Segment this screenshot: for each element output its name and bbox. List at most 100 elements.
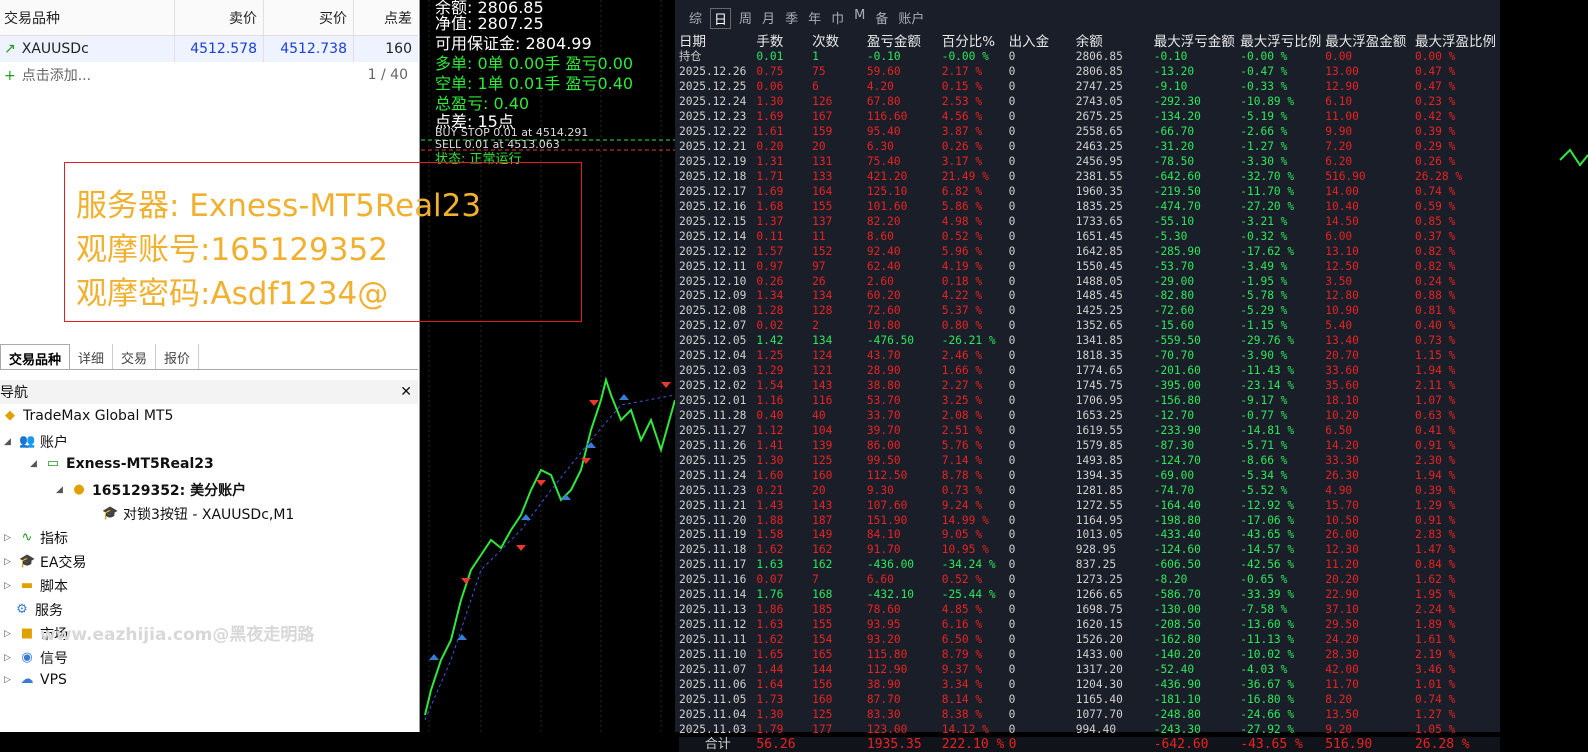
table-cell: 1013.05 [1075,528,1123,542]
nav-indicators[interactable]: ▷ ∿ 指标 [4,528,68,548]
price-chart[interactable]: 余额: 2806.85 净值: 2807.25 可用保证金: 2804.99 多… [421,0,675,732]
column-header[interactable]: 百分比% [942,30,1009,50]
table-row[interactable]: 2025.12.01 1.16 116 53.70 3.25 % 0 1706.95 -156… [679,394,1500,409]
nav-services[interactable]: ⚙ 服务 [14,600,63,620]
table-row[interactable]: 2025.12.14 0.11 11 8.60 0.52 % 0 1651.45 -5.30 -… [679,229,1500,244]
tab-details[interactable]: 详细 [70,344,114,369]
table-row[interactable]: 2025.12.03 1.29 121 28.90 1.66 % 0 1774.65 -201… [679,364,1500,379]
table-row[interactable]: 2025.11.05 1.73 160 87.70 8.14 % 0 1165.40 -181… [679,692,1500,707]
tab-account[interactable]: 账户 [896,8,926,29]
add-symbol-row[interactable]: + 点击添加... 1 / 40 [0,62,418,88]
table-row[interactable]: 2025.11.07 1.44 144 112.90 9.37 % 0 1317.20 -52… [679,662,1500,677]
tab-monthly[interactable]: 月 [760,8,777,29]
table-row[interactable]: 2025.11.14 1.76 168 -432.10 -25.44 % 0 1266.65… [679,588,1500,603]
table-row[interactable]: 2025.11.04 1.30 125 83.30 8.38 % 0 1077.70 -248… [679,707,1500,722]
nav-ea[interactable]: 🎓 对锁3按钮 - XAUUSDc,M1 [102,504,294,524]
table-row[interactable]: 2025.11.13 1.86 185 78.60 4.85 % 0 1698.75 -130… [679,603,1500,618]
column-header[interactable]: 盈亏金额 [867,30,942,50]
table-row[interactable]: 2025.11.12 1.63 155 93.95 6.16 % 0 1620.15 -208… [679,618,1500,633]
table-row[interactable]: 2025.11.18 1.62 162 91.70 10.95 % 0 928.95 -124… [679,543,1500,558]
table-row[interactable]: 2025.11.28 0.40 40 33.70 2.08 % 0 1653.25 -12.7… [679,409,1500,424]
table-row[interactable]: 持仓 0.01 1 -0.10 -0.00 % 0 2806.85 -0.10 -0.00 % 0… [679,50,1500,65]
table-row[interactable]: 2025.11.17 1.63 162 -436.00 -34.24 % 0 837.25 -… [679,558,1500,573]
table-row[interactable]: 2025.12.07 0.02 2 10.80 0.80 % 0 1352.65 -15.60… [679,319,1500,334]
table-row[interactable]: 2025.12.04 1.25 124 43.70 2.46 % 0 1818.35 -70.… [679,349,1500,364]
column-header[interactable]: 余额 [1076,30,1154,50]
table-row[interactable]: 2025.11.03 1.79 177 123.00 14.12 % 0 994.40 -24… [679,722,1500,737]
table-row[interactable]: 2025.11.25 1.30 125 99.50 7.14 % 0 1493.85 -124… [679,453,1500,468]
tab-trading[interactable]: 交易 [113,344,157,369]
tab-summary[interactable]: 综 [687,8,704,29]
nav-server[interactable]: ◢ ▭ Exness-MT5Real23 [30,456,214,472]
table-row[interactable]: 2025.12.08 1.28 128 72.60 5.37 % 0 1425.25 -72.… [679,304,1500,319]
column-header[interactable]: 最大浮盈金额 [1325,30,1415,50]
table-row[interactable]: 2025.12.24 1.30 126 67.80 2.53 % 0 2743.05 -292… [679,95,1500,110]
table-row[interactable]: 2025.12.09 1.34 134 60.20 4.22 % 0 1485.45 -82.… [679,289,1500,304]
add-symbol-label[interactable]: 点击添加... [22,68,91,84]
tab-yearly[interactable]: 年 [806,8,823,29]
nav-account[interactable]: ◢ ● 165129352: 美分账户 [56,480,246,500]
column-header[interactable]: 出入金 [1009,30,1076,50]
tab-quarterly[interactable]: 季 [783,8,800,29]
table-cell: -140.20 [1153,647,1201,661]
table-row[interactable]: 2025.12.18 1.71 133 421.20 21.49 % 0 2381.55 -6… [679,170,1500,185]
table-row[interactable]: 2025.12.10 0.26 26 2.60 0.18 % 0 1488.05 -29.00… [679,274,1500,289]
table-row[interactable]: 2025.11.20 1.88 187 151.90 14.99 % 0 1164.95 -1… [679,513,1500,528]
table-row[interactable]: 2025.11.23 0.21 20 9.30 0.73 % 0 1281.85 -74.70… [679,483,1500,498]
table-row[interactable]: 2025.11.21 1.43 143 107.60 9.24 % 0 1272.55 -16… [679,498,1500,513]
column-header[interactable]: 手数 [756,30,812,50]
table-row[interactable]: 2025.11.10 1.65 165 115.80 8.79 % 0 1433.00 -14… [679,648,1500,663]
table-cell: 1394.35 [1075,468,1123,482]
table-cell: -5.29 % [1240,304,1288,318]
nav-scripts[interactable]: ▷ ▬ 脚本 [4,576,68,596]
col-ask-header[interactable]: 买价 [264,0,354,35]
table-row[interactable]: 2025.11.26 1.41 139 86.00 5.76 % 0 1579.85 -87.… [679,438,1500,453]
column-header[interactable]: 最大浮盈比例 [1415,30,1500,50]
table-row[interactable]: 2025.12.23 1.69 167 116.60 4.56 % 0 2675.25 -13… [679,110,1500,125]
close-icon[interactable]: ✕ [400,384,412,400]
table-row[interactable]: 2025.12.17 1.69 164 125.10 6.82 % 0 1960.35 -21… [679,184,1500,199]
table-row[interactable]: 2025.11.11 1.62 154 93.20 6.50 % 0 1526.20 -162… [679,633,1500,648]
table-row[interactable]: 2025.12.26 0.75 75 59.60 2.17 % 0 2806.85 -13.2… [679,65,1500,80]
table-row[interactable]: 2025.12.15 1.37 137 82.20 4.98 % 0 1733.65 -55.… [679,214,1500,229]
column-header[interactable]: 最大浮亏比例 [1240,30,1325,50]
table-row[interactable]: 2025.11.24 1.60 160 112.50 8.78 % 0 1394.35 -69… [679,468,1500,483]
column-header[interactable]: 次数 [812,30,867,50]
table-row[interactable]: 2025.11.19 1.58 149 84.10 9.05 % 0 1013.05 -433… [679,528,1500,543]
table-row[interactable]: 2025.12.21 0.20 20 6.30 0.26 % 0 2463.25 -31.20… [679,140,1500,155]
table-cell: 0.24 % [1414,274,1456,288]
nav-expert-advisors[interactable]: ▷ 🎓 EA交易 [4,552,86,572]
column-header[interactable]: 最大浮亏金额 [1154,30,1241,50]
tab-quotes[interactable]: 报价 [156,344,200,369]
tab-symbols[interactable]: 交易品种 [0,344,71,369]
table-row[interactable]: 2025.11.06 1.64 156 38.90 3.34 % 0 1204.30 -436… [679,677,1500,692]
tab-daily[interactable]: 日 [710,8,732,29]
col-bid-header[interactable]: 卖价 [175,0,264,35]
table-row[interactable]: 2025.12.12 1.57 152 92.40 5.96 % 0 1642.85 -285… [679,244,1500,259]
table-row[interactable]: 2025.12.11 0.97 97 62.40 4.19 % 0 1550.45 -53.7… [679,259,1500,274]
table-row[interactable]: 2025.12.16 1.68 155 101.60 5.86 % 0 1835.25 -47… [679,199,1500,214]
table-cell: 123.00 [866,722,908,736]
table-row[interactable]: 2025.12.02 1.54 143 38.80 2.27 % 0 1745.75 -395… [679,379,1500,394]
table-row[interactable]: 2025.11.16 0.07 7 6.60 0.52 % 0 1273.25 -8.20 -0… [679,573,1500,588]
tab-extra3[interactable]: 备 [873,8,890,29]
nav-signals[interactable]: ▷ ◉ 信号 [4,648,68,668]
table-row[interactable]: 2025.11.27 1.12 104 39.70 2.51 % 0 1619.55 -233… [679,423,1500,438]
table-row[interactable]: 2025.12.19 1.31 131 75.40 3.17 % 0 2456.95 -78.… [679,155,1500,170]
nav-vps[interactable]: ▷ ☁ VPS [4,672,67,688]
table-row[interactable]: 2025.12.05 1.42 134 -476.50 -26.21 % 0 1341.85… [679,334,1500,349]
table-row[interactable]: 2025.12.25 0.06 6 4.20 0.15 % 0 2747.25 -9.10 -0… [679,80,1500,95]
tab-weekly[interactable]: 周 [737,8,754,29]
nav-broker[interactable]: ◆ TradeMax Global MT5 [2,408,173,424]
table-cell: 6.10 [1325,95,1353,109]
tab-extra1[interactable]: 巾 [829,8,846,29]
col-spread-header[interactable]: 点差 [354,0,418,35]
table-cell: 95.40 [866,125,901,139]
table-row[interactable]: 2025.12.22 1.61 159 95.40 3.87 % 0 2558.65 -66.… [679,125,1500,140]
table-cell: 516.90 [1325,169,1366,183]
column-header[interactable]: 日期 [679,30,756,50]
symbol-row[interactable]: ↗ XAUUSDc 4512.578 4512.738 160 [0,36,418,62]
col-symbol-header[interactable]: 交易品种 [0,0,175,35]
nav-accounts[interactable]: ◢ 👥 账户 [4,432,68,452]
tab-extra2[interactable]: M [852,8,867,29]
